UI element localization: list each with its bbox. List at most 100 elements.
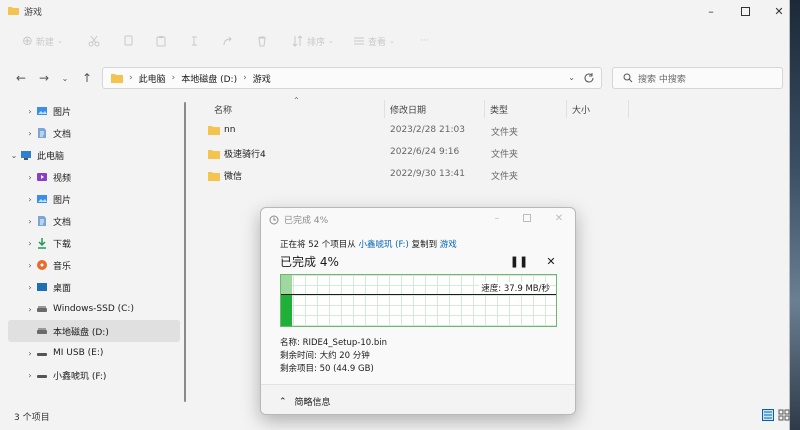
new-label: 新建 bbox=[35, 37, 54, 48]
sidebar-item-documents-pc[interactable]: › 文档 bbox=[8, 210, 180, 232]
sidebar-item-downloads[interactable]: › 下载 bbox=[8, 232, 180, 254]
file-name-cell: nn bbox=[208, 125, 235, 135]
sidebar-scrollbar[interactable] bbox=[182, 100, 188, 406]
chevron-down-icon: ⌄ bbox=[56, 37, 63, 45]
sidebar-item-drive-e[interactable]: › MI USB (E:) bbox=[8, 342, 180, 364]
file-explorer-window: 游戏 – ✕ ⊕ 新建 ⌄ 排序 ⌄ 查看 ⌄ ··· ← → ⌄ ↑ › 此电… bbox=[0, 0, 790, 430]
delete-button[interactable] bbox=[256, 34, 268, 48]
sidebar-item-label: 视频 bbox=[53, 173, 72, 184]
recent-locations-button[interactable]: ⌄ bbox=[58, 71, 72, 85]
navigation-bar: ← → ⌄ ↑ › 此电脑 › 本地磁盘 (D:) › 游戏 ⌄ 搜索 中搜索 bbox=[0, 62, 790, 94]
column-date[interactable]: 修改日期 bbox=[390, 103, 426, 116]
command-bar: ⊕ 新建 ⌄ 排序 ⌄ 查看 ⌄ ··· bbox=[0, 26, 790, 56]
address-dropdown-icon[interactable]: ⌄ bbox=[568, 73, 575, 82]
up-button[interactable]: ↑ bbox=[80, 71, 94, 85]
sidebar-item-music[interactable]: › 音乐 bbox=[8, 254, 180, 276]
chevron-right-icon[interactable]: › bbox=[24, 261, 36, 270]
address-bar[interactable]: › 此电脑 › 本地磁盘 (D:) › 游戏 ⌄ bbox=[102, 67, 602, 89]
sidebar-item-desktop[interactable]: › 桌面 bbox=[8, 276, 180, 298]
chevron-right-icon[interactable]: › bbox=[24, 349, 36, 358]
file-row[interactable]: nn 2023/2/28 21:03 文件夹 bbox=[200, 121, 630, 141]
copy-mid: 复制到 bbox=[411, 240, 438, 250]
usb-drive-icon bbox=[36, 369, 48, 381]
more-button[interactable]: ··· bbox=[420, 34, 429, 48]
sidebar-item-label: 图片 bbox=[53, 195, 72, 206]
file-name: 名称: RIDE4_Setup-10.bin bbox=[280, 338, 388, 348]
sidebar-item-pictures[interactable]: › 图片 bbox=[8, 100, 180, 122]
breadcrumb-games[interactable]: 游戏 bbox=[253, 72, 271, 85]
file-name-cell: 极速骑行4 bbox=[208, 147, 266, 160]
search-box[interactable]: 搜索 中搜索 bbox=[612, 67, 783, 89]
pause-button[interactable]: ❚❚ bbox=[510, 254, 528, 268]
sidebar-item-drive-f[interactable]: › 小鑫唬玑 (F:) bbox=[8, 364, 180, 386]
destination-link[interactable]: 游戏 bbox=[440, 240, 457, 250]
documents-icon bbox=[36, 215, 48, 227]
copy-button[interactable] bbox=[122, 34, 134, 48]
new-button[interactable]: ⊕ 新建 ⌄ bbox=[22, 34, 63, 49]
chevron-right-icon[interactable]: › bbox=[24, 283, 36, 292]
chevron-right-icon: › bbox=[171, 73, 176, 83]
chevron-right-icon[interactable]: › bbox=[24, 129, 36, 138]
dialog-minimize-button[interactable]: – bbox=[483, 210, 511, 226]
chevron-right-icon[interactable]: › bbox=[24, 107, 36, 116]
column-name[interactable]: 名称 bbox=[214, 103, 232, 116]
share-button[interactable] bbox=[222, 34, 234, 48]
rename-button[interactable] bbox=[190, 34, 202, 48]
chevron-right-icon[interactable]: › bbox=[24, 217, 36, 226]
sidebar-item-documents[interactable]: › 文档 bbox=[8, 122, 180, 144]
sidebar-item-drive-c[interactable]: › Windows-SSD (C:) bbox=[8, 298, 180, 320]
folder-icon bbox=[208, 171, 220, 181]
pictures-icon bbox=[36, 105, 48, 117]
cancel-copy-button[interactable]: ✕ bbox=[544, 254, 558, 268]
file-name-cell: 微信 bbox=[208, 169, 242, 182]
details-view-icon[interactable] bbox=[762, 409, 774, 421]
sidebar-item-pictures-pc[interactable]: › 图片 bbox=[8, 188, 180, 210]
item-count: 3 个项目 bbox=[14, 413, 50, 423]
transfer-speed-graph: 速度: 37.9 MB/秒 bbox=[280, 274, 557, 327]
minimize-button[interactable]: – bbox=[694, 0, 728, 22]
forward-button[interactable]: → bbox=[37, 71, 51, 85]
view-button[interactable]: 查看 ⌄ bbox=[353, 34, 395, 48]
sort-button[interactable]: 排序 ⌄ bbox=[292, 34, 334, 48]
file-type-cell: 文件夹 bbox=[491, 128, 519, 138]
arrow-up-icon: ↑ bbox=[81, 71, 93, 85]
maximize-button[interactable] bbox=[728, 0, 762, 22]
chevron-right-icon[interactable]: › bbox=[24, 239, 36, 248]
sidebar-item-videos[interactable]: › 视频 bbox=[8, 166, 180, 188]
sidebar-item-label: 桌面 bbox=[53, 283, 72, 294]
column-size[interactable]: 大小 bbox=[572, 103, 590, 116]
dialog-maximize-button[interactable] bbox=[513, 210, 541, 226]
chevron-right-icon[interactable]: › bbox=[24, 371, 36, 380]
breadcrumb-drive-d[interactable]: 本地磁盘 (D:) bbox=[181, 72, 237, 85]
chevron-down-icon[interactable]: ⌄ bbox=[8, 151, 20, 160]
sidebar-item-label: 文档 bbox=[53, 217, 72, 228]
sidebar-item-label: 音乐 bbox=[53, 261, 72, 272]
file-row[interactable]: 极速骑行4 2022/6/24 9:16 文件夹 bbox=[200, 143, 630, 163]
copy-progress-dialog: 已完成 4% – ✕ 正在将 52 个项目从 小鑫唬玑 (F:) 复制到 游戏 … bbox=[260, 207, 576, 415]
less-details-button[interactable]: ⌃ 简略信息 bbox=[279, 395, 331, 409]
trash-icon bbox=[258, 36, 266, 47]
maximize-icon bbox=[740, 6, 750, 16]
breadcrumb-this-pc[interactable]: 此电脑 bbox=[139, 72, 166, 85]
sidebar-item-this-pc[interactable]: ⌄ 此电脑 bbox=[8, 144, 180, 166]
maximize-icon bbox=[523, 214, 531, 222]
chevron-right-icon[interactable]: › bbox=[24, 195, 36, 204]
videos-icon bbox=[36, 171, 48, 183]
paste-button[interactable] bbox=[155, 34, 167, 48]
sidebar-item-drive-d[interactable]: 本地磁盘 (D:) bbox=[8, 320, 180, 342]
dialog-close-button[interactable]: ✕ bbox=[545, 210, 573, 226]
cut-button[interactable] bbox=[88, 34, 100, 48]
usb-drive-icon bbox=[36, 347, 48, 359]
navigation-pane: › 图片 › 文档 ⌄ 此电脑 › 视频 › 图片 › 文档 › 下载 › 音乐 › 桌面 › Windows-SSD… bbox=[0, 100, 182, 406]
chevron-down-icon: ⌄ bbox=[61, 73, 69, 83]
column-type[interactable]: 类型 bbox=[490, 103, 508, 116]
back-button[interactable]: ← bbox=[14, 71, 28, 85]
chevron-right-icon[interactable]: › bbox=[24, 305, 36, 314]
progress-clock-icon bbox=[269, 215, 279, 224]
tiles-view-icon[interactable] bbox=[778, 409, 790, 421]
close-window-button[interactable]: ✕ bbox=[762, 0, 796, 22]
chevron-right-icon[interactable]: › bbox=[24, 173, 36, 182]
refresh-icon[interactable] bbox=[583, 72, 595, 84]
source-link[interactable]: 小鑫唬玑 (F:) bbox=[358, 240, 408, 250]
file-row[interactable]: 微信 2022/9/30 13:41 文件夹 bbox=[200, 165, 630, 185]
